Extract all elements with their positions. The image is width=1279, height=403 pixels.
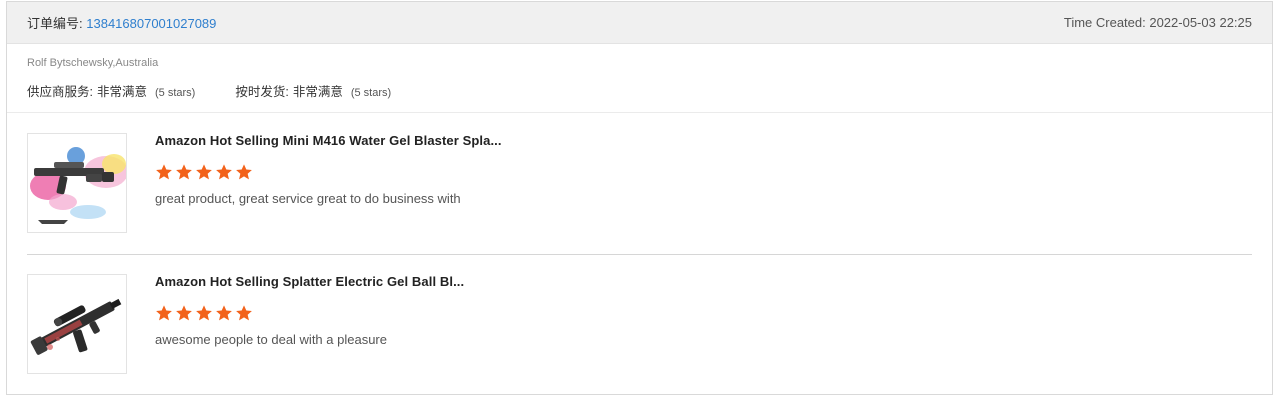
star-icon (236, 164, 252, 180)
star-icon (236, 305, 252, 321)
gel-blaster-splash-image[interactable] (27, 133, 127, 233)
order-number-block: 订单编号: 138416807001027089 (27, 13, 216, 32)
review-comment: great product, great service great to do… (155, 191, 461, 206)
review-item: Amazon Hot Selling Mini M416 Water Gel B… (7, 113, 1272, 254)
review-item: Amazon Hot Selling Splatter Electric Gel… (7, 254, 1272, 395)
product-thumbnail-2 (28, 275, 126, 373)
star-icon (216, 305, 232, 321)
order-review-card: 订单编号: 138416807001027089 Time Created: 2… (6, 1, 1273, 395)
product-thumbnail-1 (28, 134, 126, 232)
order-header: 订单编号: 138416807001027089 Time Created: 2… (7, 2, 1272, 44)
time-created: Time Created: 2022-05-03 22:25 (1063, 15, 1252, 30)
rating-stars-text: (5 stars) (155, 87, 196, 99)
rating-supplier-service: 供应商服务: 非常满意 (5 stars) (27, 81, 195, 100)
product-rating-stars (155, 304, 253, 322)
star-icon (156, 164, 172, 180)
seller-ratings: 供应商服务: 非常满意 (5 stars) 按时发货: 非常满意 (5 star… (27, 81, 1252, 100)
rating-stars-text: (5 stars) (350, 87, 392, 99)
rating-on-time-delivery: 按时发货: 非常满意 (5 stars) (235, 81, 391, 100)
gel-rifle-image[interactable] (27, 274, 127, 374)
buyer-feedback: Rolf Bytschewsky,Australia 供应商服务: 非常满意 (… (7, 44, 1272, 113)
review-comment: awesome people to deal with a pleasure (155, 332, 387, 347)
buyer-name: Rolf Bytschewsky,Australia (27, 57, 159, 69)
star-icon (176, 164, 192, 180)
star-icon (156, 305, 172, 321)
order-number-label: 订单编号: (27, 16, 83, 31)
star-icon (176, 305, 192, 321)
product-rating-stars (155, 163, 253, 181)
rating-value: 非常满意 (96, 85, 147, 99)
product-title-link[interactable]: Amazon Hot Selling Splatter Electric Gel… (155, 274, 464, 289)
rating-label: 按时发货: (235, 85, 289, 99)
rating-label: 供应商服务: (27, 85, 93, 99)
star-icon (196, 164, 212, 180)
rating-value: 非常满意 (292, 85, 343, 99)
order-number-link[interactable]: 138416807001027089 (86, 16, 216, 31)
star-icon (216, 164, 232, 180)
product-title-link[interactable]: Amazon Hot Selling Mini M416 Water Gel B… (155, 133, 502, 148)
star-icon (196, 305, 212, 321)
